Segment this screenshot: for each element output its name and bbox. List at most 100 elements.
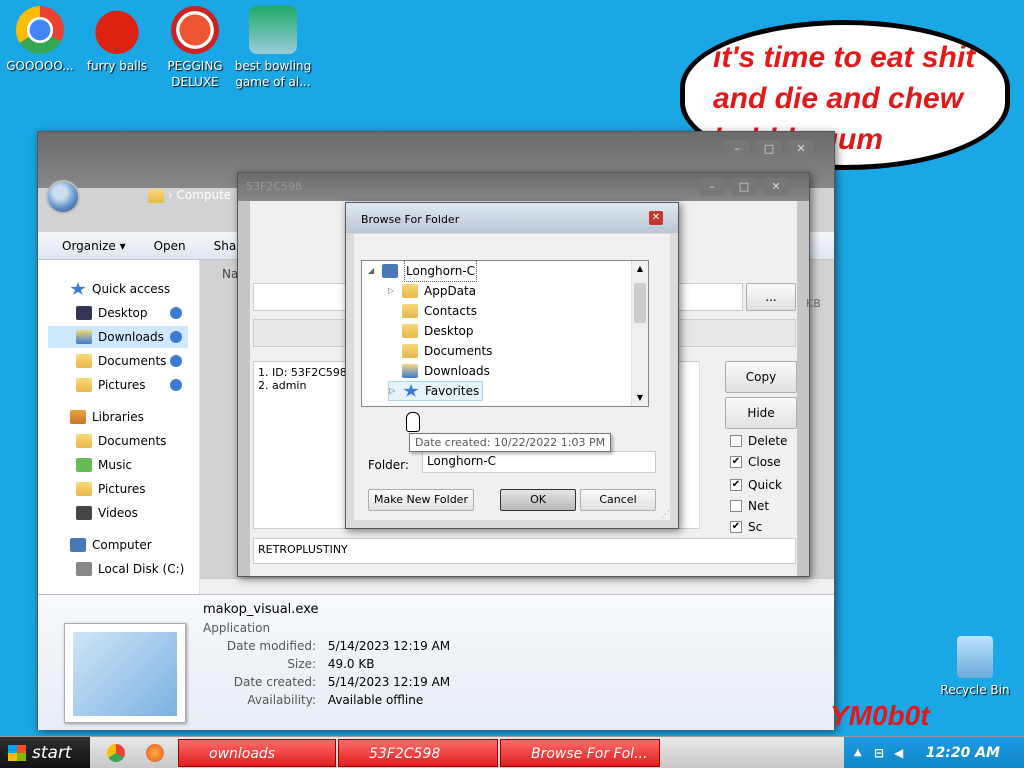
desktop-icon-chrome[interactable]: GOOOOO...: [0, 6, 80, 74]
firefox-taskbar-icon[interactable]: [146, 744, 164, 762]
close-button[interactable]: ✕: [788, 140, 814, 158]
scroll-up-icon[interactable]: ▲: [632, 261, 648, 277]
tree-label: Contacts: [424, 304, 477, 318]
tree-item-longhorn[interactable]: ◢ Longhorn-C: [368, 260, 478, 282]
expander-icon[interactable]: ▷: [388, 281, 396, 301]
folder-tree[interactable]: ◢ Longhorn-C ▷ AppData Contacts Desktop …: [361, 260, 649, 407]
desktop-icon-label: PEGGING DELUXE: [167, 59, 223, 89]
file-thumbnail: [64, 623, 186, 723]
nav-pictures[interactable]: Pictures: [76, 374, 188, 396]
tree-item-downloads[interactable]: Downloads: [388, 361, 490, 381]
tree-label: Documents: [424, 344, 493, 358]
quick-checkbox[interactable]: ✔ Quick: [730, 478, 782, 492]
taskbar-item-browse-for-folder[interactable]: Browse For Fol...: [500, 739, 660, 767]
pin-icon: [170, 355, 182, 367]
net-checkbox[interactable]: Net: [730, 499, 769, 513]
note-field[interactable]: RETROPLUSTINY: [253, 538, 796, 564]
taskbar-item-53f2c598[interactable]: 53F2C598: [338, 739, 498, 767]
downloads-icon: [402, 364, 418, 378]
hide-button[interactable]: Hide: [725, 397, 797, 429]
nav-libraries[interactable]: Libraries: [70, 406, 144, 428]
nav-desktop[interactable]: Desktop: [76, 302, 188, 324]
desktop-icon-recycle-bin[interactable]: Recycle Bin: [935, 636, 1015, 698]
nav-lib-documents[interactable]: Documents: [76, 430, 166, 452]
nav-label: Documents: [98, 354, 167, 368]
desktop-icon-bowling[interactable]: best bowling game of al...: [233, 6, 313, 90]
scroll-down-icon[interactable]: ▼: [632, 390, 648, 406]
make-new-folder-button[interactable]: Make New Folder: [368, 489, 474, 511]
nav-downloads[interactable]: Downloads: [48, 326, 188, 348]
nav-label: Quick access: [92, 282, 171, 296]
nav-label: Libraries: [92, 410, 144, 424]
breadcrumb-computer[interactable]: Compute: [176, 188, 231, 202]
back-button[interactable]: [46, 180, 80, 214]
copy-button[interactable]: Copy: [725, 361, 797, 393]
nav-lib-music[interactable]: Music: [76, 454, 132, 476]
browse-button[interactable]: ...: [746, 283, 796, 311]
tooltip: Date created: 10/22/2022 1:03 PM: [409, 433, 612, 452]
nav-label: Videos: [98, 506, 138, 520]
nav-label: Computer: [92, 538, 152, 552]
tree-item-documents[interactable]: Documents: [388, 341, 492, 361]
column-header-name[interactable]: Na: [222, 267, 238, 281]
tree-label: Favorites: [425, 384, 480, 398]
system-tray: ▲ ⊟ ◀ 12:20 AM: [844, 737, 1024, 768]
close-icon[interactable]: ✕: [649, 211, 663, 225]
expander-icon[interactable]: ◢: [368, 261, 376, 281]
sc-checkbox[interactable]: ✔ Sc: [730, 520, 762, 534]
minimize-button[interactable]: –: [724, 140, 750, 158]
pin-icon: [170, 331, 182, 343]
tree-item-favorites[interactable]: ▷ Favorites: [388, 381, 484, 401]
horizontal-scrollbar[interactable]: [200, 578, 834, 594]
volume-icon[interactable]: ◀: [894, 737, 903, 768]
taskbar-item-downloads[interactable]: ownloads: [178, 739, 336, 767]
tree-item-desktop[interactable]: Desktop: [388, 321, 474, 341]
nav-lib-videos[interactable]: Videos: [76, 502, 138, 524]
details-pane: makop_visual.exe Application Date modifi…: [38, 594, 834, 730]
resize-grip-icon[interactable]: ⋰: [661, 510, 670, 520]
tree-label: AppData: [424, 284, 477, 298]
nav-local-disk[interactable]: Local Disk (C:): [76, 558, 184, 580]
maximize-button[interactable]: □: [756, 140, 782, 158]
nav-label: Local Disk (C:): [98, 562, 185, 576]
tree-item-appdata[interactable]: ▷ AppData: [388, 281, 476, 301]
open-button[interactable]: Open: [154, 239, 186, 253]
nav-documents[interactable]: Documents: [76, 350, 188, 372]
network-icon[interactable]: ⊟: [874, 737, 884, 768]
close-checkbox[interactable]: ✔ Close: [730, 455, 781, 469]
start-button[interactable]: start: [0, 737, 90, 768]
info-scrollbar[interactable]: [699, 361, 715, 529]
clock[interactable]: 12:20 AM: [926, 745, 1000, 761]
scroll-thumb[interactable]: [634, 283, 646, 323]
close-button[interactable]: ✕: [763, 178, 789, 196]
desktop-icon-furry-balls[interactable]: furry balls: [77, 6, 157, 74]
nav-lib-pictures[interactable]: Pictures: [76, 478, 146, 500]
folder-input[interactable]: Longhorn-C: [422, 451, 656, 473]
nav-label: Music: [98, 458, 133, 472]
hand-cursor-icon: [406, 412, 420, 432]
dialog-title: Browse For Folder: [346, 203, 678, 233]
tree-scrollbar[interactable]: ▲ ▼: [631, 261, 648, 406]
minimize-button[interactable]: –: [699, 178, 725, 196]
disk-icon: [76, 562, 92, 576]
cancel-button[interactable]: Cancel: [580, 489, 656, 511]
maximize-button[interactable]: □: [731, 178, 757, 196]
kb-label: KB: [806, 297, 821, 310]
desktop-icon-pegging-deluxe[interactable]: PEGGING DELUXE: [155, 6, 235, 90]
makop-title: 53F2C598: [246, 180, 302, 193]
star-icon: [70, 282, 86, 295]
user-folder-icon: [382, 264, 398, 278]
start-label: start: [32, 743, 72, 763]
tray-arrow-icon[interactable]: ▲: [854, 737, 862, 768]
tree-item-contacts[interactable]: Contacts: [388, 301, 477, 321]
chrome-taskbar-icon[interactable]: [107, 744, 125, 762]
nav-computer[interactable]: Computer: [70, 534, 152, 556]
ok-button[interactable]: OK: [500, 489, 576, 511]
nav-quick-access[interactable]: Quick access: [70, 278, 170, 300]
expander-icon[interactable]: ▷: [389, 381, 397, 401]
taskbar: start ownloads 53F2C598 Browse For Fol..…: [0, 736, 1024, 768]
desktop-icon: [76, 306, 92, 320]
organize-button[interactable]: Organize ▾: [62, 239, 126, 253]
file-name: makop_visual.exe: [203, 602, 319, 617]
delete-checkbox[interactable]: Delete: [730, 434, 787, 448]
